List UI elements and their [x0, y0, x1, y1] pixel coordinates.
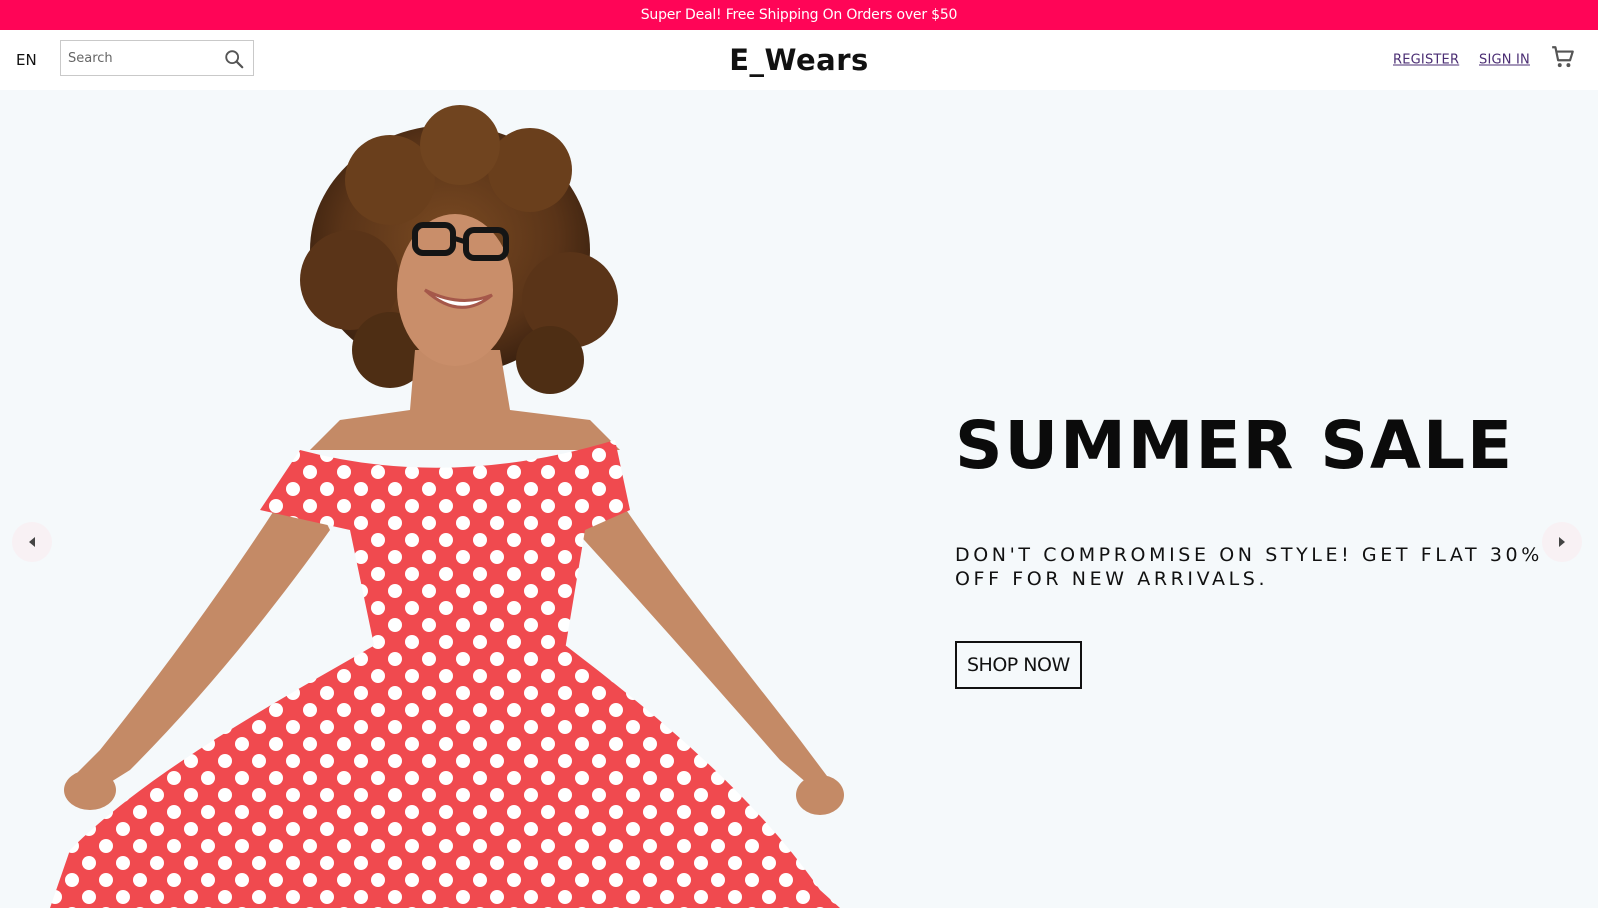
- page: Super Deal! Free Shipping On Orders over…: [0, 0, 1598, 908]
- hero-text-block: SUMMER SALE DON'T COMPROMISE ON STYLE! G…: [955, 407, 1555, 689]
- register-link[interactable]: REGISTER: [1393, 53, 1459, 68]
- slider-prev-button[interactable]: [12, 522, 52, 562]
- search-box: [60, 40, 254, 76]
- arrow-left-icon: [29, 537, 35, 547]
- cart-icon[interactable]: [1550, 44, 1576, 70]
- arrow-right-icon: [1559, 537, 1565, 547]
- language-selector[interactable]: EN: [16, 51, 37, 69]
- hero-model-image: [50, 105, 844, 908]
- site-logo[interactable]: E_Wears: [729, 43, 869, 77]
- shop-now-button[interactable]: SHOP NOW: [955, 640, 1082, 689]
- hero-title: SUMMER SALE: [955, 407, 1515, 484]
- hero-slider: SUMMER SALE DON'T COMPROMISE ON STYLE! G…: [0, 90, 1598, 908]
- search-icon[interactable]: [223, 48, 245, 70]
- announcement-text: Super Deal! Free Shipping On Orders over…: [640, 7, 958, 23]
- hero-subtitle: DON'T COMPROMISE ON STYLE! GET FLAT 30% …: [955, 543, 1543, 590]
- header: EN E_Wears REGISTER SIGN IN: [0, 30, 1598, 90]
- search-input[interactable]: [61, 43, 211, 73]
- sign-in-link[interactable]: SIGN IN: [1479, 53, 1530, 68]
- announcement-bar: Super Deal! Free Shipping On Orders over…: [0, 0, 1598, 30]
